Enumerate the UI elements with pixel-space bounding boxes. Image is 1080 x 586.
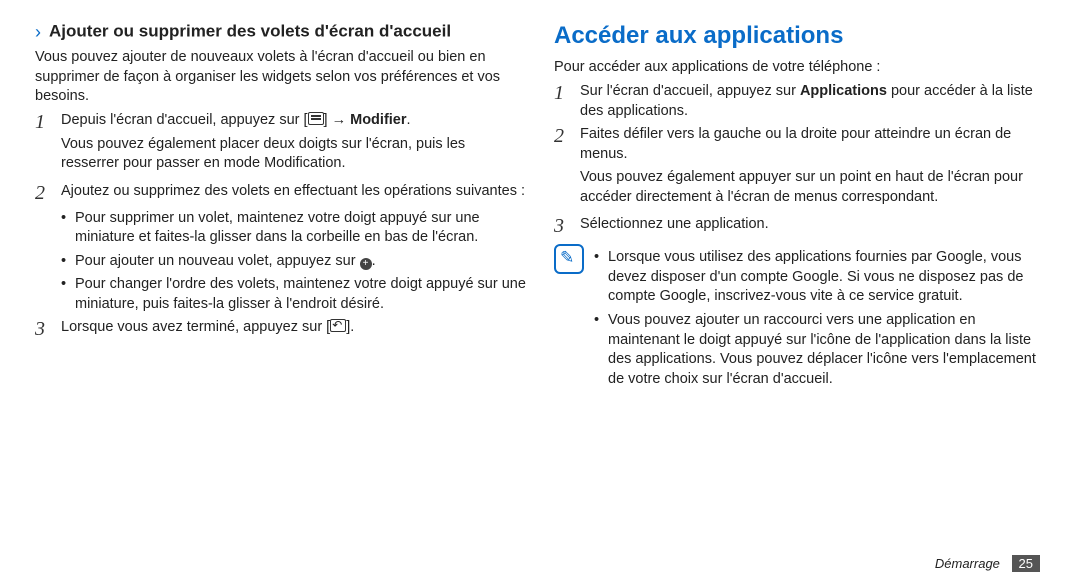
- right-column: Accéder aux applications Pour accéder au…: [554, 20, 1045, 393]
- chevron-icon: ›: [35, 20, 41, 44]
- bullet-item: Pour changer l'ordre des volets, mainten…: [61, 275, 526, 314]
- left-heading-row: › Ajouter ou supprimer des volets d'écra…: [35, 20, 526, 44]
- right-step-1: 1 Sur l'écran d'accueil, appuyez sur App…: [554, 82, 1045, 121]
- step-body: Ajoutez ou supprimez des volets en effec…: [61, 182, 526, 202]
- bold-text: Applications: [800, 83, 887, 99]
- note-block: Lorsque vous utilisez des applications f…: [554, 244, 1045, 393]
- bullet-item: Vous pouvez ajouter un raccourci vers un…: [594, 311, 1045, 389]
- step-number: 2: [554, 125, 580, 148]
- step-extra: Vous pouvez également placer deux doigts…: [61, 135, 526, 174]
- step-number: 3: [554, 215, 580, 238]
- note-bullets: Lorsque vous utilisez des applications f…: [594, 248, 1045, 389]
- bold-text: Modifier: [350, 112, 406, 128]
- note-icon: [554, 244, 584, 274]
- left-intro: Vous pouvez ajouter de nouveaux volets à…: [35, 48, 526, 107]
- back-icon: ↶: [330, 319, 346, 332]
- left-heading: Ajouter ou supprimer des volets d'écran …: [49, 22, 451, 41]
- right-intro: Pour accéder aux applications de votre t…: [554, 58, 1045, 78]
- step-number: 3: [35, 318, 61, 341]
- step-number: 2: [35, 182, 61, 205]
- menu-icon: [308, 112, 324, 125]
- footer-section: Démarrage: [935, 556, 1000, 571]
- step-body: Sur l'écran d'accueil, appuyez sur Appli…: [580, 82, 1045, 121]
- right-step-2: 2 Faites défiler vers la gauche ou la dr…: [554, 125, 1045, 211]
- step-number: 1: [554, 82, 580, 105]
- text: ].: [346, 319, 354, 335]
- step-body: Faites défiler vers la gauche ou la droi…: [580, 125, 1045, 211]
- text: Ajoutez ou supprimez des volets en effec…: [61, 183, 525, 199]
- left-step-2: 2 Ajoutez ou supprimez des volets en eff…: [35, 182, 526, 205]
- step-extra: Vous pouvez également appuyer sur un poi…: [580, 168, 1045, 207]
- page-footer: Démarrage 25: [935, 555, 1040, 572]
- right-heading: Accéder aux applications: [554, 20, 1045, 52]
- step-body: Sélectionnez une application.: [580, 215, 1045, 235]
- text: .: [372, 253, 376, 269]
- bullet-item: Pour supprimer un volet, maintenez votre…: [61, 209, 526, 248]
- left-column: › Ajouter ou supprimer des volets d'écra…: [35, 20, 526, 393]
- text: Depuis l'écran d'accueil, appuyez sur [: [61, 112, 308, 128]
- plus-icon: +: [360, 258, 372, 270]
- step-body: Depuis l'écran d'accueil, appuyez sur []…: [61, 111, 526, 178]
- bullet-item: Pour ajouter un nouveau volet, appuyez s…: [61, 252, 526, 272]
- note-body: Lorsque vous utilisez des applications f…: [594, 244, 1045, 393]
- text: Lorsque vous avez terminé, appuyez sur [: [61, 319, 330, 335]
- left-step-1: 1 Depuis l'écran d'accueil, appuyez sur …: [35, 111, 526, 178]
- step-body: Lorsque vous avez terminé, appuyez sur […: [61, 318, 526, 338]
- right-step-3: 3 Sélectionnez une application.: [554, 215, 1045, 238]
- footer-page: 25: [1012, 555, 1040, 572]
- bullet-item: Lorsque vous utilisez des applications f…: [594, 248, 1045, 307]
- left-step-3: 3 Lorsque vous avez terminé, appuyez sur…: [35, 318, 526, 341]
- page-content: › Ajouter ou supprimer des volets d'écra…: [0, 0, 1080, 403]
- left-bullets: Pour supprimer un volet, maintenez votre…: [61, 209, 526, 315]
- text: ] →: [324, 112, 351, 128]
- step-number: 1: [35, 111, 61, 134]
- text: Sélectionnez une application.: [580, 216, 769, 232]
- text: Faites défiler vers la gauche ou la droi…: [580, 126, 1011, 162]
- text: Pour ajouter un nouveau volet, appuyez s…: [75, 253, 360, 269]
- text: Sur l'écran d'accueil, appuyez sur: [580, 83, 800, 99]
- text: .: [407, 112, 411, 128]
